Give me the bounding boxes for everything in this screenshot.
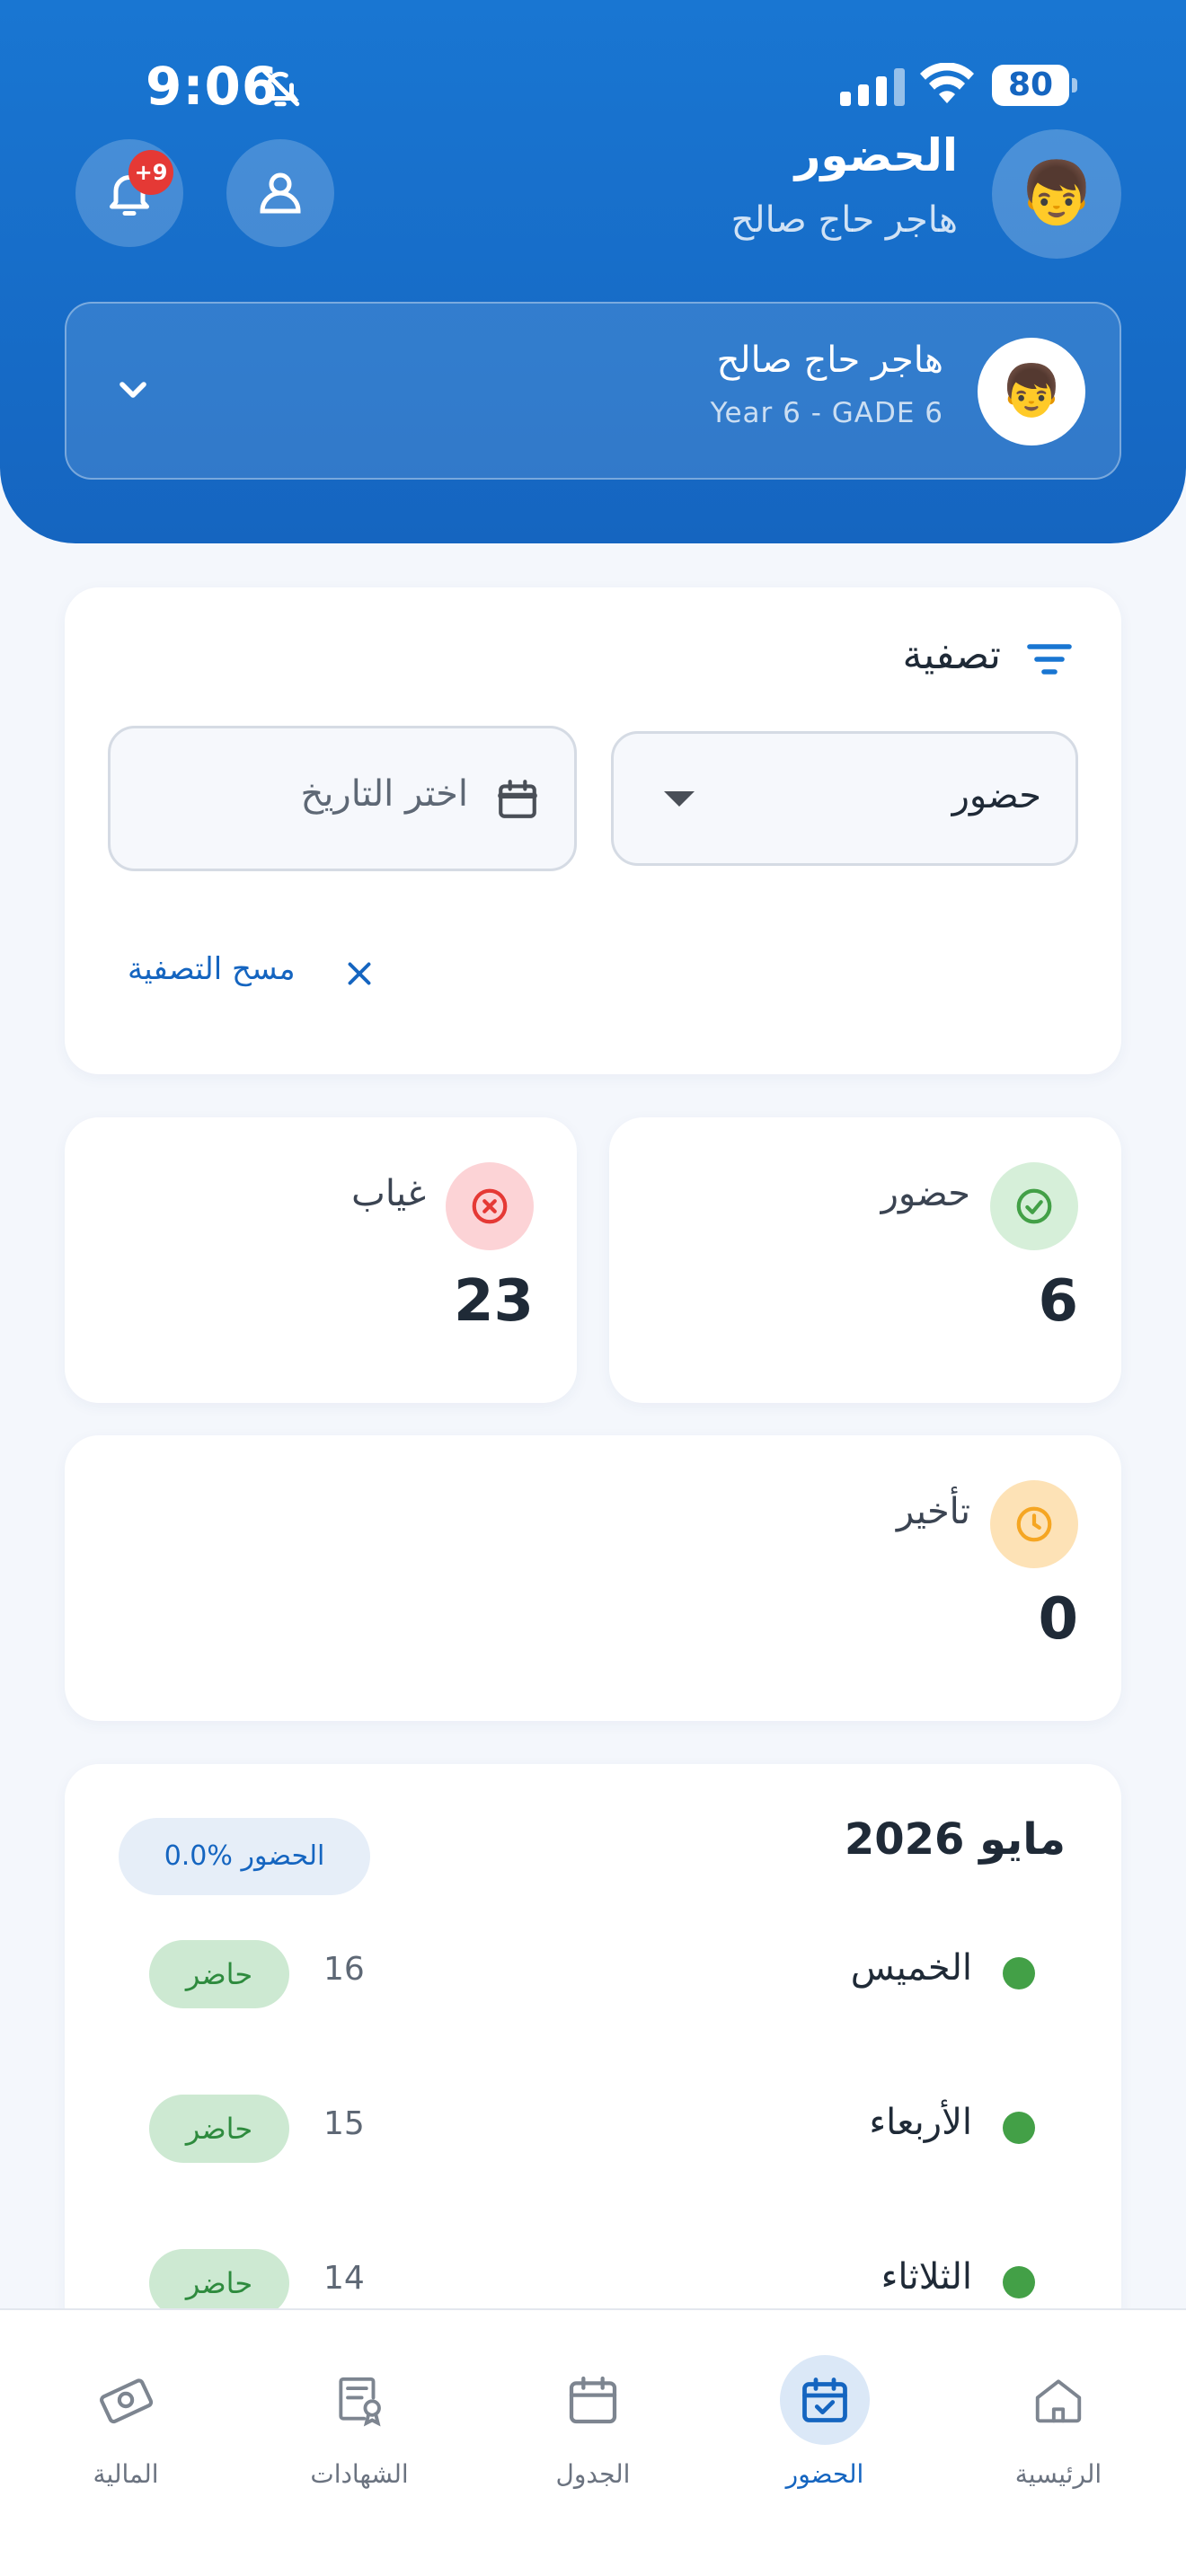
student-name: هاجر حاج صالح [716,340,943,381]
day-name: الأربعاء [869,2102,972,2143]
absent-label: غياب [351,1173,426,1214]
filter-card: تصفية حضور اختر التاريخ مسح التصفية [65,587,1121,1074]
check-circle-icon [990,1162,1078,1250]
battery-indicator: 80 [992,65,1077,106]
date-picker-field[interactable]: اختر التاريخ [108,726,577,871]
attendance-percentage-badge: 0.0% الحضور [119,1818,370,1895]
filter-title: تصفية [902,632,1001,678]
present-stat-card: حضور 6 [609,1117,1121,1403]
bell-muted-icon [261,67,300,107]
page-subtitle: هاجر حاج صالح [730,199,958,241]
nav-label-home: الرئيسية [1014,2459,1102,2489]
day-name: الثلاثاء [881,2256,972,2298]
present-count: 6 [1038,1268,1078,1335]
clock-icon [990,1480,1078,1568]
attendance-type-select[interactable]: حضور [611,731,1078,866]
day-number: 14 [323,2260,365,2297]
clear-filter-label: مسح التصفية [128,951,296,987]
header-avatar: 👦 [992,129,1121,259]
nav-label-finance: المالية [93,2459,159,2489]
student-grade: Year 6 - GADE 6 [710,397,943,429]
late-count: 0 [1038,1586,1078,1653]
wifi-icon [920,63,974,103]
absent-count: 23 [453,1268,534,1335]
student-selector[interactable]: 👦 هاجر حاج صالح Year 6 - GADE 6 [65,302,1121,480]
day-number: 15 [323,2105,365,2142]
notifications-button[interactable] [75,139,183,247]
certificate-icon [314,2355,404,2445]
day-name: الخميس [850,1947,972,1989]
status-badge: حاضر [149,2249,289,2317]
cellular-signal-icon [840,66,905,106]
absent-stat-card: غياب 23 [65,1117,577,1403]
list-item[interactable]: الخميس 16 حاضر [65,1924,1121,2023]
calendar-icon [548,2355,638,2445]
nav-item-home[interactable]: الرئيسية [960,2346,1157,2499]
nav-label-attendance: الحضور [785,2459,864,2489]
clear-filter-button[interactable]: مسح التصفية [128,941,371,997]
late-label: تأخير [896,1491,970,1532]
list-item[interactable]: الأربعاء 15 حاضر [65,2078,1121,2177]
dropdown-caret-icon [664,791,695,807]
x-circle-icon [446,1162,534,1250]
month-title: مايو 2026 [844,1814,1066,1865]
nav-label-certificates: الشهادات [310,2459,409,2489]
status-badge: حاضر [149,2095,289,2163]
calendar-icon [498,780,537,818]
status-dot [1003,1957,1035,1989]
late-stat-card: تأخير 0 [65,1435,1121,1721]
page-title: الحضور [794,129,958,181]
home-icon [1013,2355,1103,2445]
close-icon [348,962,371,985]
status-dot [1003,2112,1035,2144]
attendance-icon [780,2355,870,2445]
status-badge: حاضر [149,1940,289,2008]
notification-count-badge: +9 [128,150,173,195]
nav-item-attendance[interactable]: الحضور [726,2346,924,2499]
chevron-down-icon [119,382,146,398]
bottom-navigation: المالية الشهادات الجدول الحضور الرئيسية [0,2308,1186,2576]
money-icon [81,2355,171,2445]
date-placeholder: اختر التاريخ [300,773,468,815]
nav-item-certificates[interactable]: الشهادات [261,2346,458,2499]
day-number: 16 [323,1951,365,1988]
app-header: 9:06 80 +9 👦 الحضور هاجر حاج صالح 👦 هاجر… [0,0,1186,543]
status-dot [1003,2266,1035,2298]
present-label: حضور [881,1173,970,1214]
user-icon [260,172,301,214]
attendance-type-value: حضور [951,775,1041,816]
profile-button[interactable] [226,139,334,247]
nav-label-schedule: الجدول [555,2459,631,2489]
nav-item-finance[interactable]: المالية [27,2346,225,2499]
filter-icon [1027,644,1072,675]
nav-item-schedule[interactable]: الجدول [494,2346,692,2499]
student-avatar: 👦 [978,338,1085,446]
